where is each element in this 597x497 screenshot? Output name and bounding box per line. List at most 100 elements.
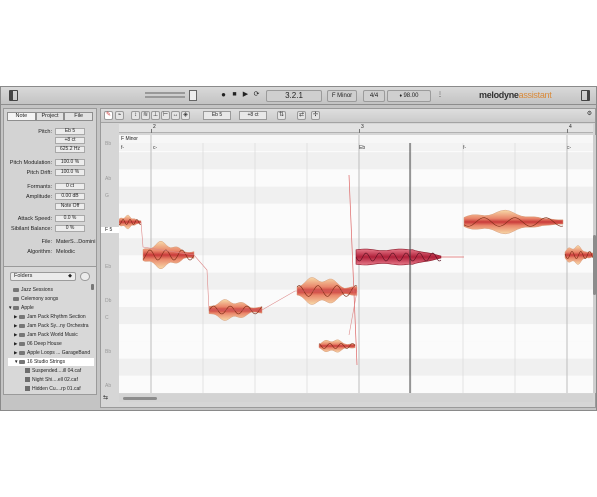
folder-icon — [19, 341, 25, 346]
key-display[interactable]: F Minor — [327, 90, 357, 102]
time-handle-tool-icon[interactable]: ↔ — [171, 111, 180, 120]
vertical-scroll-thumb[interactable] — [593, 235, 596, 295]
timing-tool-icon[interactable]: ⊢ — [161, 111, 170, 120]
browser-item-label: Jazz Sessions — [21, 287, 53, 293]
pitch-drift-field[interactable]: 100.0 % — [55, 169, 85, 176]
horizontal-scrollbar[interactable]: ⇆ — [103, 394, 593, 402]
note-canvas[interactable]: f-c- Eb f-c- — [119, 135, 593, 393]
browser-folder-item[interactable]: Jazz Sessions — [8, 286, 94, 294]
bar-tick — [359, 129, 360, 133]
time-signature-display[interactable]: 4/4 — [363, 90, 385, 102]
browser-scrollbar[interactable] — [91, 284, 94, 290]
search-button[interactable] — [80, 272, 90, 281]
browser-folder-item[interactable]: ▶ Jam Pack Sy...ny Orchestra — [8, 322, 94, 330]
quantize-time-icon[interactable]: ⇄ — [297, 111, 306, 120]
browser-folder-item[interactable]: ▼ Apple — [8, 304, 94, 312]
cents-field[interactable]: +8 ct — [55, 137, 85, 144]
folder-icon — [19, 332, 25, 337]
browser-file-item[interactable]: Hidden Cu....rp 01.caf — [8, 385, 94, 393]
browser-folder-item[interactable]: Celemony songs — [8, 295, 94, 303]
editor-pitch-field[interactable]: Eb 5 — [203, 111, 231, 120]
drift-tool-icon[interactable]: ⊥ — [151, 111, 160, 120]
attack-speed-field[interactable]: 0.0 % — [55, 215, 85, 222]
metronome-button[interactable] — [189, 90, 197, 101]
tempo-display[interactable]: ♦ 98.00 — [387, 90, 431, 102]
frequency-row: 625.2 Hz — [4, 146, 98, 154]
browser-file-item[interactable]: Night Shi....ell 02.caf — [8, 376, 94, 384]
folder-icon — [19, 359, 25, 364]
settings-gear-icon[interactable]: ⚙ — [585, 111, 594, 120]
app-logo: melodyneassistant — [479, 90, 552, 100]
formants-field[interactable]: 0 ct — [55, 183, 85, 190]
chord-label: f- — [121, 145, 124, 151]
timeline-ruler[interactable]: 2 3 4 — [119, 124, 593, 133]
chord-label: Eb — [359, 145, 365, 151]
scale-strip — [119, 135, 593, 143]
attack-speed-row: Attack Speed: 0.0 % — [4, 215, 98, 223]
tab-note[interactable]: Note — [7, 112, 36, 121]
browser-folder-item[interactable]: ▶ Jam Pack World Music — [8, 331, 94, 339]
horizontal-scroll-thumb[interactable] — [123, 397, 157, 400]
note-grid[interactable]: f-c- Eb f-c- F Minor — [119, 135, 593, 393]
bar-tick — [151, 129, 152, 133]
tab-project[interactable]: Project — [35, 112, 65, 121]
folder-select[interactable]: Folders ◆ — [10, 272, 76, 281]
tempo-menu-icon[interactable]: ⋮ — [437, 90, 443, 101]
vertical-scrollbar[interactable] — [593, 135, 596, 393]
snap-pitch-icon[interactable]: ⇅ — [277, 111, 286, 120]
pitch-label: F 5 — [101, 227, 119, 233]
chord-strip — [119, 143, 593, 151]
chord-label: f- — [463, 145, 466, 151]
sibilant-balance-row: Sibilant Balance: 0 % — [4, 225, 98, 233]
record-button[interactable]: ● — [219, 90, 228, 101]
browser-folder-item[interactable]: ▶ Apple Loops ... GarageBand — [8, 349, 94, 357]
pitch-row: Pitch: Eb 5 — [4, 128, 98, 136]
pitch-label: G — [105, 193, 109, 199]
bar-tick — [567, 129, 568, 133]
tempo-value: 98.00 — [403, 93, 419, 99]
pitch-modulation-field[interactable]: 100.0 % — [55, 159, 85, 166]
sibilant-balance-field[interactable]: 0 % — [55, 225, 85, 232]
main-tool-icon[interactable]: ✎ — [104, 111, 113, 120]
correct-pitch-icon[interactable]: ✢ — [311, 111, 320, 120]
note-off-button[interactable]: Note Off — [55, 203, 85, 210]
pitch-lane — [119, 307, 593, 325]
position-display[interactable]: 3.2.1 — [266, 90, 322, 102]
folder-icon — [19, 323, 25, 328]
pitch-ruler[interactable]: Bb Ab G F 5 Eb Db C Bb Ab — [101, 135, 119, 393]
amplitude-field[interactable]: 0.00 dB — [55, 193, 85, 200]
tab-file[interactable]: File — [64, 112, 94, 121]
sidebar-toggle-icon[interactable] — [9, 90, 18, 101]
bar-number: 2 — [153, 124, 156, 130]
stop-button[interactable]: ■ — [230, 90, 239, 101]
pitch-label: Bb — [105, 141, 112, 147]
pitch-label: C — [105, 315, 109, 321]
browser-item-label: Celemony songs — [21, 296, 59, 302]
modulation-tool-icon[interactable]: ≋ — [141, 111, 150, 120]
pitch-lane — [119, 358, 593, 376]
browser-folder-item[interactable]: ▶ Jam Pack Rhythm Section — [8, 313, 94, 321]
editor-cents-field[interactable]: +8 ct — [239, 111, 267, 120]
panel-toggle-icon[interactable] — [581, 90, 590, 101]
melodyne-window: ● ■ ▶ ⟳ 3.2.1 F Minor 4/4 ♦ 98.00 ⋮ melo… — [0, 86, 597, 411]
loop-button[interactable]: ⟳ — [252, 90, 261, 101]
file-browser: Folders ◆ Jazz Sessions Celemony songs ▼ App… — [3, 266, 97, 395]
folder-icon — [19, 314, 25, 319]
audio-file-icon — [25, 377, 30, 383]
browser-folder-item[interactable]: ▶ 06 Deep House — [8, 340, 94, 348]
amplitude-tool-icon[interactable]: ◈ — [181, 111, 190, 120]
tool-menu-icon[interactable]: ⌁ — [115, 111, 124, 120]
pitch-field[interactable]: Eb 5 — [55, 128, 85, 135]
browser-item-label: Suspended....ill 04.caf — [32, 368, 82, 374]
play-button[interactable]: ▶ — [241, 90, 250, 101]
level-meter — [145, 90, 185, 101]
pitch-tool-icon[interactable]: ↕ — [131, 111, 140, 120]
amplitude-row: Amplitude: 0.00 dB — [4, 193, 98, 201]
formants-row: Formants: 0 ct — [4, 183, 98, 191]
frequency-field[interactable]: 625.2 Hz — [55, 146, 85, 153]
folder-icon — [13, 287, 19, 292]
zoom-icon[interactable]: ⇆ — [103, 394, 108, 401]
browser-folder-item[interactable]: ▼ 16 Studio Strings — [8, 358, 94, 366]
algorithm-row: Algorithm: Melodic — [27, 249, 75, 255]
browser-file-item[interactable]: Suspended....ill 04.caf — [8, 367, 94, 375]
